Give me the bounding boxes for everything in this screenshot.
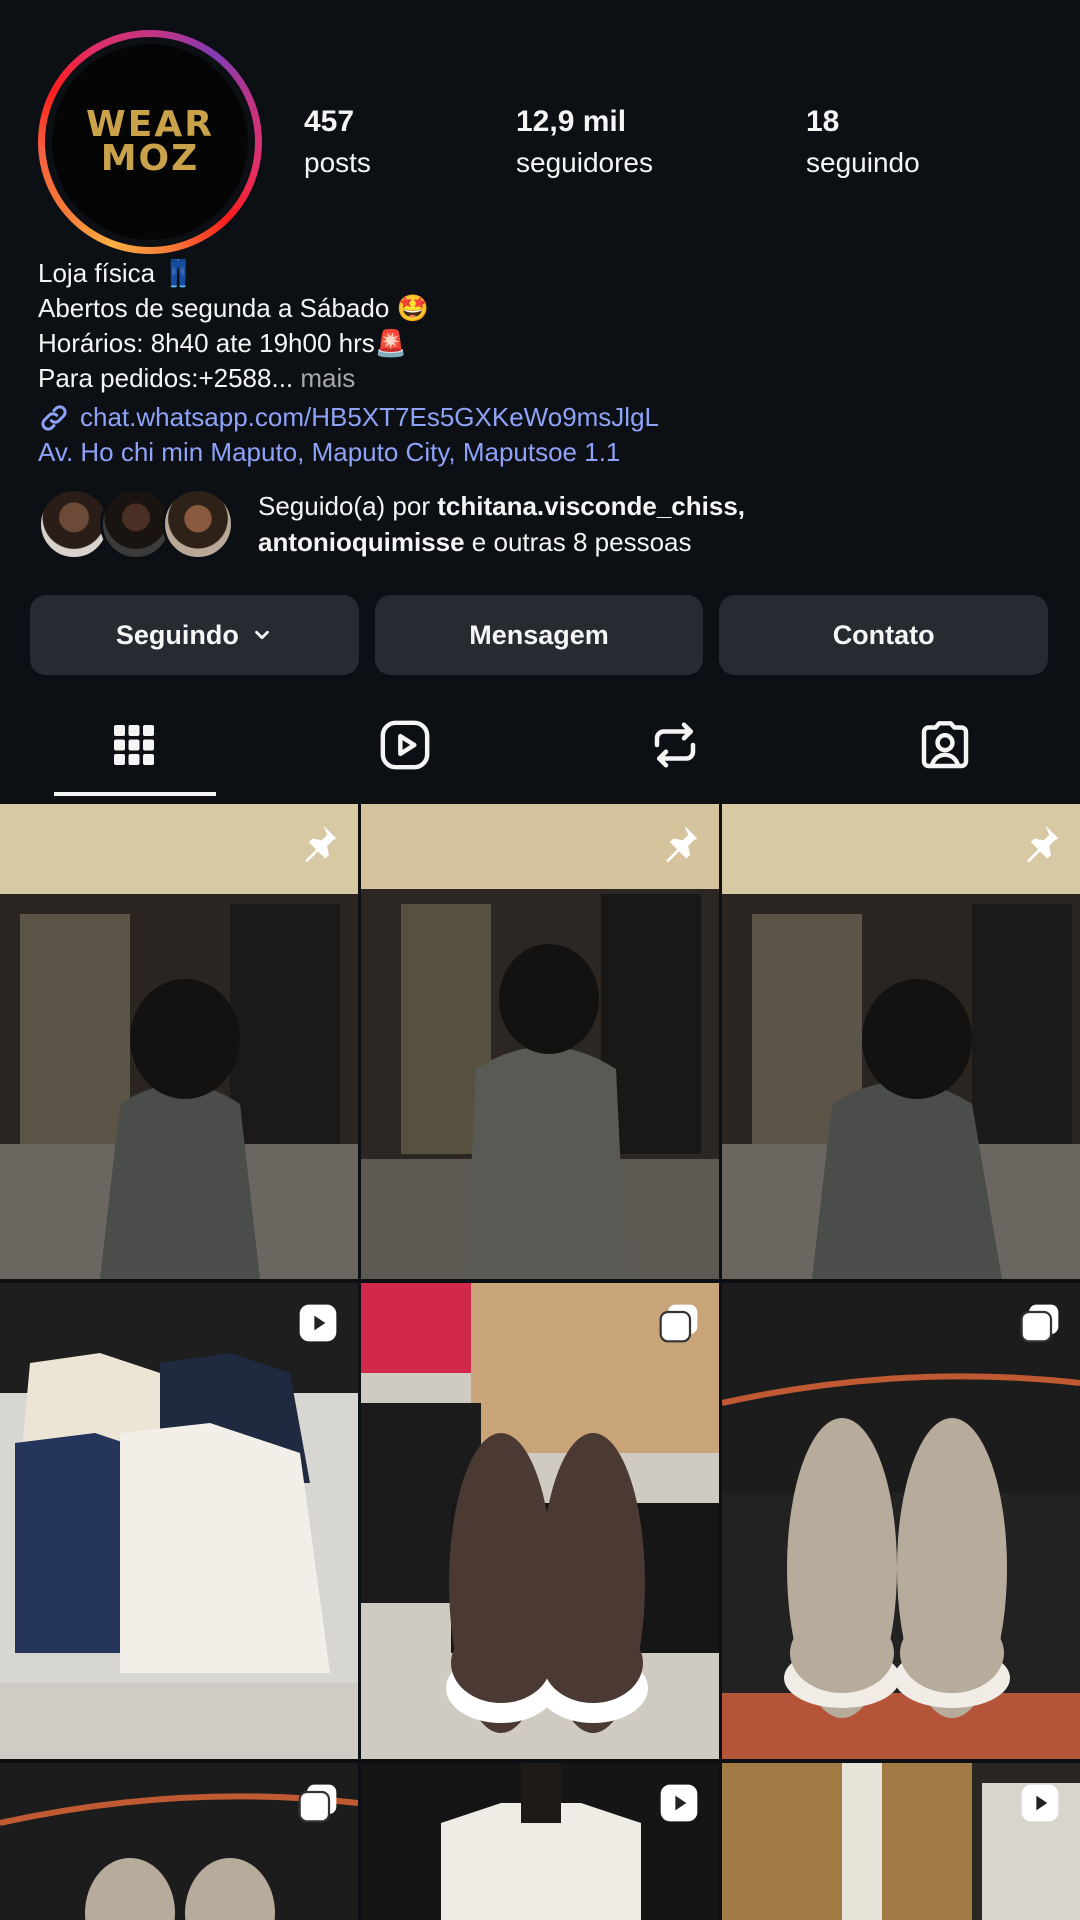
chevron-down-icon <box>254 630 269 640</box>
post-tile[interactable] <box>361 1283 719 1759</box>
followed-user-1[interactable]: tchitana.visconde_chiss <box>437 491 738 521</box>
bio-line-store: Loja física 👖 <box>38 258 195 288</box>
post-image-shirts <box>0 1283 358 1759</box>
mutual-avatar-3 <box>162 488 234 560</box>
reel-icon <box>1021 1784 1059 1822</box>
post-image-brown-sneakers <box>361 1283 719 1759</box>
bio-line-orders: Para pedidos:+2588... mais <box>38 361 1048 396</box>
post-image-store-walk <box>722 804 1080 1279</box>
tab-reels[interactable] <box>305 690 505 800</box>
pin-icon <box>666 825 698 863</box>
following-stat[interactable]: 18 seguindo <box>806 105 920 179</box>
pin-icon <box>305 825 337 863</box>
post-tile[interactable] <box>0 1283 358 1759</box>
following-count: 18 <box>806 105 840 138</box>
followers-label: seguidores <box>516 147 653 178</box>
followers-stat[interactable]: 12,9 mil seguidores <box>516 105 653 179</box>
mutual-followers-text: Seguido(a) por tchitana.visconde_chiss, … <box>258 488 745 560</box>
mutual-avatars <box>38 488 238 560</box>
reels-icon <box>380 720 430 770</box>
bio-line-hours: Horários: 8h40 ate 19h00 hrs🚨 <box>38 328 408 358</box>
link-icon <box>41 404 67 431</box>
followers-count: 12,9 mil <box>516 105 627 138</box>
carousel-icon <box>659 1304 698 1343</box>
carousel-icon <box>1020 1304 1059 1343</box>
post-tile[interactable] <box>722 1763 1080 1920</box>
grid-icon <box>114 725 154 765</box>
followed-suffix: e outras 8 pessoas <box>464 527 692 557</box>
reel-icon <box>299 1304 337 1342</box>
avatar-logo-line2: MOZ <box>100 138 200 179</box>
pin-icon <box>1027 825 1059 863</box>
reposts-icon <box>654 722 696 768</box>
profile-bio: Loja física 👖 Abertos de segunda a Sábad… <box>38 256 1048 470</box>
posts-stat[interactable]: 457 posts <box>304 105 371 179</box>
bio-link[interactable]: chat.whatsapp.com/HB5XT7Es5GXKeWo9msJlgL <box>38 400 1048 435</box>
tagged-icon <box>921 721 969 769</box>
following-button-label: Seguindo <box>115 619 239 650</box>
bio-address[interactable]: Av. Ho chi min Maputo, Maputo City, Mapu… <box>38 435 1048 470</box>
following-label: seguindo <box>806 147 920 178</box>
tab-posts-grid[interactable] <box>34 690 234 800</box>
post-image-store-walk <box>0 804 358 1279</box>
mutual-followers[interactable]: Seguido(a) por tchitana.visconde_chiss, … <box>38 484 1048 564</box>
posts-label: posts <box>304 147 371 178</box>
avatar-logo-line1: WEAR <box>86 103 214 145</box>
posts-count: 457 <box>304 105 355 138</box>
followed-separator: , <box>737 491 746 521</box>
post-image-beige-sneakers <box>722 1283 1080 1759</box>
tab-reposts[interactable] <box>575 690 775 800</box>
bio-more-button[interactable]: mais <box>293 363 355 393</box>
reel-icon <box>660 1784 698 1822</box>
profile-tabs <box>0 690 1080 800</box>
profile-actions: Seguindo Mensagem Contato <box>30 595 1049 675</box>
profile-avatar-story-ring[interactable]: WEAR MOZ <box>38 30 262 254</box>
contact-button-label: Contato <box>832 619 935 650</box>
post-tile[interactable] <box>0 804 358 1279</box>
post-tile[interactable] <box>0 1763 358 1920</box>
followed-user-2[interactable]: antonioquimisse <box>258 527 465 557</box>
post-tile[interactable] <box>361 804 719 1279</box>
post-tile[interactable] <box>361 1763 719 1920</box>
following-button[interactable]: Seguindo <box>30 595 359 675</box>
message-button-label: Mensagem <box>469 619 609 650</box>
profile-page: WEAR MOZ 457 posts 12,9 mil seguidores 1… <box>0 0 1080 1920</box>
profile-avatar: WEAR MOZ <box>52 44 248 240</box>
post-tile[interactable] <box>722 1283 1080 1759</box>
bio-line-days: Abertos de segunda a Sábado 🤩 <box>38 293 429 323</box>
bio-link-text: chat.whatsapp.com/HB5XT7Es5GXKeWo9msJlgL <box>80 402 660 432</box>
followed-prefix: Seguido(a) por <box>258 491 438 521</box>
bio-orders-text: Para pedidos:+2588... <box>38 363 294 393</box>
post-image-store-walk <box>361 804 719 1279</box>
post-tile[interactable] <box>722 804 1080 1279</box>
carousel-icon <box>298 1784 337 1823</box>
tab-tagged[interactable] <box>845 690 1045 800</box>
contact-button[interactable]: Contato <box>719 595 1049 675</box>
active-tab-indicator <box>54 792 216 796</box>
message-button[interactable]: Mensagem <box>374 595 704 675</box>
